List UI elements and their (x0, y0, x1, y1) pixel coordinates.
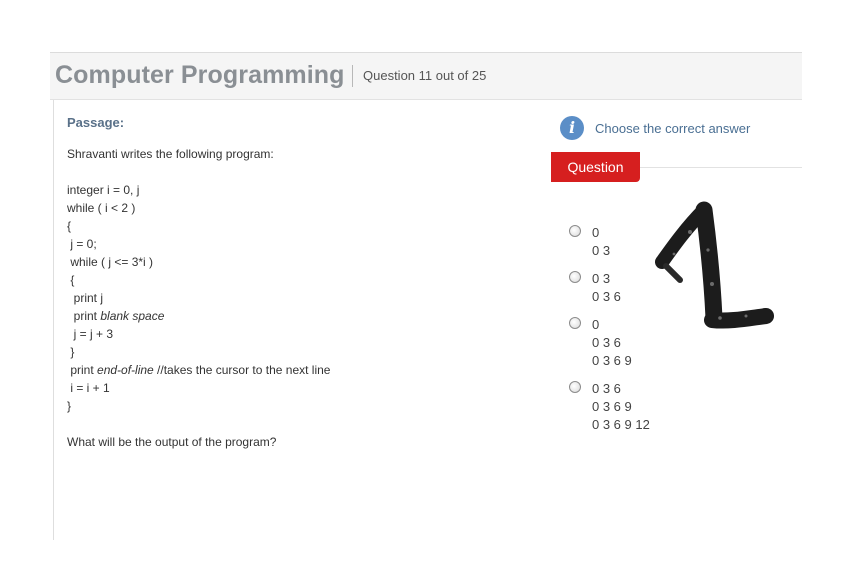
code-line: { (67, 219, 72, 233)
code-line: while ( j <= 3*i ) (67, 255, 154, 269)
code-italic-blank-space: blank space (100, 309, 165, 323)
code-line: { (67, 273, 75, 287)
option-1[interactable]: 0 0 3 (569, 224, 650, 260)
option-1-text: 0 0 3 (592, 224, 650, 260)
option-line: 0 (592, 225, 600, 240)
option-2-radio[interactable] (569, 271, 581, 283)
option-3-text: 0 0 3 6 0 3 6 9 (592, 316, 650, 370)
option-line: 0 3 6 9 (592, 353, 632, 368)
instruction-text: Choose the correct answer (595, 121, 751, 136)
option-4[interactable]: 0 3 6 0 3 6 9 0 3 6 9 12 (569, 380, 650, 434)
option-2[interactable]: 0 3 0 3 6 (569, 270, 650, 306)
page-title: Computer Programming (55, 61, 345, 89)
code-line: } (67, 399, 72, 413)
options-list: 0 0 3 0 3 0 3 6 0 0 3 6 0 3 6 9 0 3 6 0 … (569, 224, 650, 444)
question-text: What will be the output of the program? (67, 435, 277, 449)
code-line-print-eol: print end-of-line //takes the cursor to … (67, 361, 330, 379)
option-line: 0 3 6 (592, 335, 621, 350)
option-2-text: 0 3 0 3 6 (592, 270, 650, 306)
option-1-radio[interactable] (569, 225, 581, 237)
code-line: i = i + 1 (67, 381, 110, 395)
passage-panel: Passage: Shravanti writes the following … (53, 100, 552, 540)
code-line: integer i = 0, j (67, 183, 140, 197)
option-line: 0 3 (592, 243, 611, 258)
code-block: integer i = 0, j while ( i < 2 ) { j = 0… (67, 181, 330, 415)
info-icon: i (560, 116, 584, 140)
code-italic-end-of-line: end-of-line (97, 363, 154, 377)
passage-label: Passage: (67, 115, 125, 130)
tab-question[interactable]: Question (551, 152, 640, 182)
code-line: } (67, 345, 75, 359)
handwritten-one-icon (655, 201, 774, 329)
passage-intro: Shravanti writes the following program: (67, 147, 274, 161)
option-4-radio[interactable] (569, 381, 581, 393)
option-line: 0 3 (592, 271, 611, 286)
code-text: print (67, 309, 101, 323)
option-3[interactable]: 0 0 3 6 0 3 6 9 (569, 316, 650, 370)
header: Computer Programming Question 11 out of … (50, 53, 802, 100)
code-text: print (67, 363, 98, 377)
header-divider (352, 65, 353, 87)
code-line: j = j + 3 (67, 327, 114, 341)
code-line: j = 0; (67, 237, 97, 251)
option-3-radio[interactable] (569, 317, 581, 329)
option-line: 0 3 6 (592, 381, 621, 396)
code-comment: //takes the cursor to the next line (153, 363, 331, 377)
question-counter: Question 11 out of 25 (363, 68, 487, 83)
code-line: print j (67, 291, 104, 305)
stroke-hook (663, 263, 683, 283)
option-line: 0 3 6 (592, 289, 621, 304)
option-line: 0 3 6 9 12 (592, 417, 650, 432)
option-line: 0 3 6 9 (592, 399, 632, 414)
option-line: 0 (592, 317, 600, 332)
code-line-print-blank: print blank space (67, 307, 330, 325)
code-line: while ( i < 2 ) (67, 201, 136, 215)
option-4-text: 0 3 6 0 3 6 9 0 3 6 9 12 (592, 380, 650, 434)
stroke-stem (695, 201, 723, 327)
